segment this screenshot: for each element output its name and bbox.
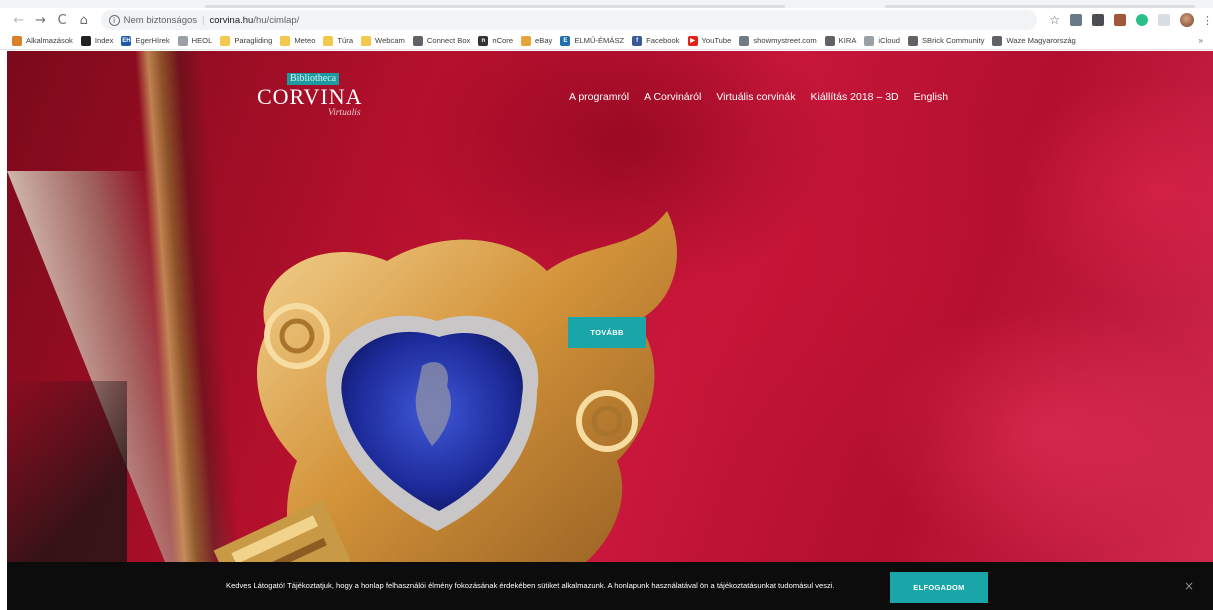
bookmark-favicon-icon: ▶	[687, 35, 698, 46]
bookmark-label: eBay	[535, 36, 553, 45]
browser-menu-icon[interactable]: ⋮	[1202, 14, 1213, 27]
bookmark-label: Connect Box	[426, 36, 471, 45]
url-path: /hu/cimlap/	[253, 14, 300, 26]
bookmark-item[interactable]: Meteo	[280, 35, 316, 46]
bookmark-label: YouTube	[701, 36, 732, 45]
bookmark-label: ELMŰ-ÉMÁSZ	[574, 36, 625, 45]
nav-item-virtualis-corvinak[interactable]: Virtuális corvinák	[716, 91, 795, 103]
accept-cookies-button[interactable]: ELFOGADOM	[890, 572, 988, 603]
bookmarks-bar: Alkalmazások Index EH EgerHírek HEOL Paraglid…	[0, 32, 1213, 50]
bookmark-item[interactable]: Index	[80, 35, 114, 46]
bookmark-item[interactable]: EH EgerHírek	[121, 35, 170, 46]
bookmark-favicon-icon	[864, 35, 875, 46]
bookmark-label: SBrick Community	[921, 36, 985, 45]
address-bar[interactable]: i Nem biztonságos | corvina.hu /hu/cimla…	[100, 10, 1038, 30]
back-arrow-icon[interactable]: ←	[10, 11, 28, 29]
bookmark-item[interactable]: iCloud	[864, 35, 900, 46]
info-icon[interactable]: i	[108, 14, 120, 26]
browser-window: ← → C ⌂ i Nem biztonságos | corvina.hu /…	[0, 0, 1213, 610]
bookmark-item[interactable]: eBay	[521, 35, 553, 46]
bookmark-label: Meteo	[294, 36, 316, 45]
bookmark-item[interactable]: n nCore	[478, 35, 514, 46]
logo-title: CORVINA	[257, 84, 363, 109]
bookmark-item[interactable]: showmystreet.com	[739, 35, 817, 46]
bookmark-favicon-icon	[280, 35, 291, 46]
bookmark-favicon-icon	[412, 35, 423, 46]
bookmarks-overflow-icon[interactable]: »	[1199, 36, 1203, 45]
address-separator: |	[202, 14, 205, 26]
close-icon[interactable]: ×	[1184, 579, 1194, 593]
bookmark-label: Facebook	[646, 36, 680, 45]
nav-item-english[interactable]: English	[914, 91, 948, 103]
bookmark-item[interactable]: Webcam	[361, 35, 405, 46]
forward-arrow-icon[interactable]: →	[32, 11, 50, 29]
bookmark-item[interactable]: HEOL	[177, 35, 213, 46]
nav-item-kiallitas[interactable]: Kiállítás 2018 – 3D	[810, 91, 898, 103]
bookmark-item[interactable]: Waze Magyarország	[992, 35, 1076, 46]
bookmark-label: Alkalmazások	[26, 36, 73, 45]
tovabb-button[interactable]: TOVÁBB	[568, 317, 646, 348]
main-navigation: A programról A Corvináról Virtuális corv…	[569, 91, 963, 103]
bookmark-label: showmystreet.com	[753, 36, 817, 45]
bookmark-favicon-icon	[323, 35, 334, 46]
toolbar-actions: ☆ ⋮	[1049, 13, 1213, 27]
bookmark-favicon-icon	[824, 35, 835, 46]
extension-icon[interactable]	[1114, 14, 1127, 26]
golden-clasp-image	[213, 211, 677, 610]
bookmark-favicon-icon	[12, 35, 22, 46]
bookmark-item[interactable]: Túra	[323, 35, 354, 46]
bookmark-star-icon[interactable]: ☆	[1049, 13, 1060, 27]
nav-item-a-corvinarol[interactable]: A Corvináról	[644, 91, 701, 103]
bookmark-label: nCore	[492, 36, 514, 45]
security-status: Nem biztonságos	[123, 14, 198, 26]
bookmark-favicon-icon	[80, 35, 91, 46]
bookmark-favicon-icon: EH	[121, 35, 132, 46]
extension-icon[interactable]	[1070, 14, 1083, 26]
nav-item-a-programrol[interactable]: A programról	[569, 91, 629, 103]
bookmark-favicon-icon	[907, 35, 918, 46]
bookmark-favicon-icon: n	[478, 35, 489, 46]
bookmark-label: HEOL	[191, 36, 213, 45]
web-page: Bibliotheca CORVINA Virtualis A programr…	[7, 51, 1213, 610]
bookmark-item[interactable]: E ELMŰ-ÉMÁSZ	[560, 35, 625, 46]
bookmark-favicon-icon	[177, 35, 188, 46]
extension-icon[interactable]	[1136, 14, 1149, 26]
bookmark-label: EgerHírek	[135, 36, 170, 45]
bookmark-label: iCloud	[878, 36, 900, 45]
bookmark-favicon-icon	[992, 35, 1003, 46]
bookmark-favicon-icon: f	[632, 35, 643, 46]
bookmark-label: Túra	[337, 36, 354, 45]
bookmark-item[interactable]: Connect Box	[412, 35, 471, 46]
cookie-banner: Kedves Látogató! Tájékoztatjuk, hogy a h…	[7, 562, 1213, 610]
tab-strip	[0, 0, 1213, 8]
bookmark-label: Waze Magyarország	[1006, 36, 1076, 45]
bookmark-item[interactable]: Alkalmazások	[12, 35, 73, 46]
site-logo[interactable]: Bibliotheca CORVINA Virtualis	[257, 73, 377, 123]
extension-icon[interactable]	[1158, 14, 1171, 26]
bookmark-item[interactable]: Paragliding	[220, 35, 273, 46]
logo-subtitle: Virtualis	[328, 108, 361, 118]
bookmark-favicon-icon	[739, 35, 750, 46]
bookmark-favicon-icon	[361, 35, 372, 46]
url-host: corvina.hu	[209, 14, 254, 26]
home-icon[interactable]: ⌂	[75, 11, 93, 29]
bookmark-favicon-icon	[521, 35, 532, 46]
bookmark-label: Paragliding	[234, 36, 273, 45]
bookmark-label: Index	[94, 36, 114, 45]
bookmark-favicon-icon: E	[560, 35, 571, 46]
reload-icon[interactable]: C	[53, 11, 71, 29]
toolbar: ← → C ⌂ i Nem biztonságos | corvina.hu /…	[0, 8, 1213, 32]
bookmark-item[interactable]: SBrick Community	[907, 35, 985, 46]
profile-avatar[interactable]	[1180, 13, 1195, 27]
bookmark-favicon-icon	[220, 35, 231, 46]
extension-icon[interactable]	[1092, 14, 1105, 26]
bookmark-item[interactable]: KIRA	[824, 35, 857, 46]
bookmark-item[interactable]: ▶ YouTube	[687, 35, 732, 46]
bookmark-item[interactable]: f Facebook	[632, 35, 680, 46]
bookmark-label: Webcam	[375, 36, 405, 45]
bookmark-label: KIRA	[838, 36, 857, 45]
cookie-notice-text: Kedves Látogató! Tájékoztatjuk, hogy a h…	[226, 581, 835, 590]
